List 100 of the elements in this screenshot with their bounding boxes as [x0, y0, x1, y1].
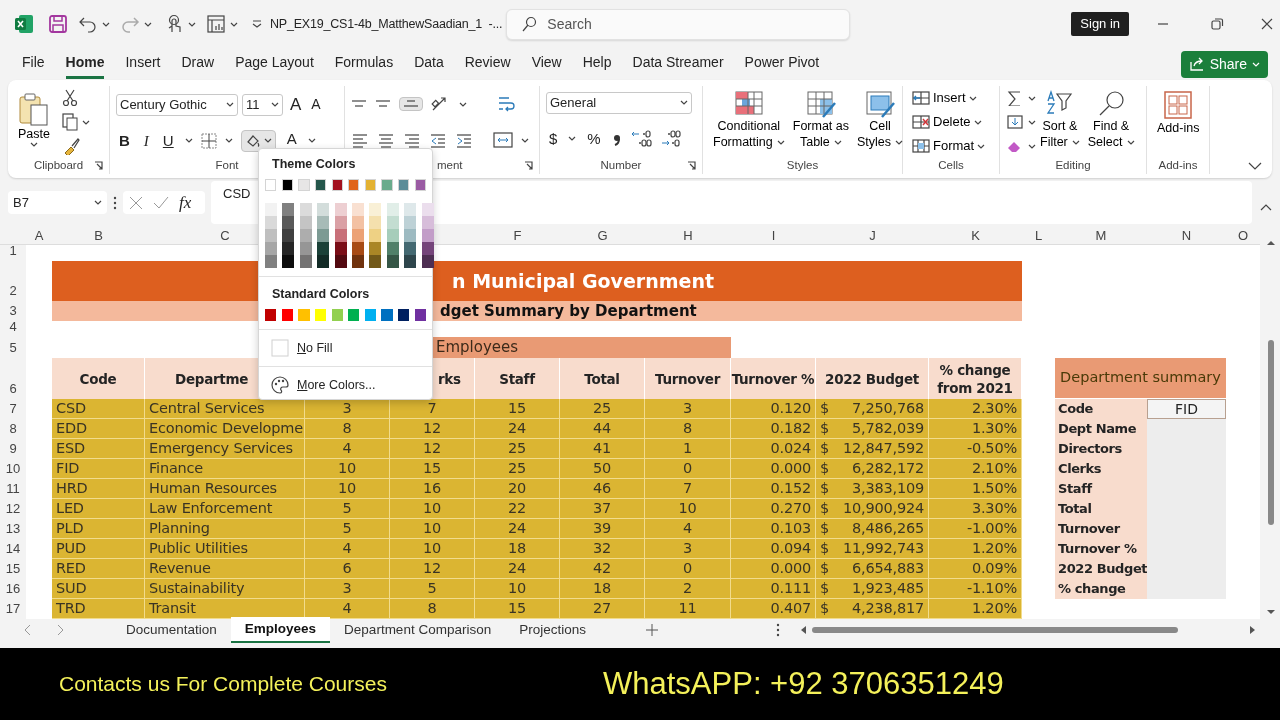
sheet-tab[interactable]: Projections [505, 617, 600, 643]
fill-color-button[interactable] [240, 129, 276, 152]
font-size-field[interactable]: 11 [242, 93, 283, 116]
underline-button[interactable]: U [159, 127, 177, 154]
menu-tab[interactable]: Help [582, 49, 612, 79]
dialog-launcher-icon[interactable] [687, 161, 696, 170]
shade-column[interactable] [404, 203, 417, 268]
fill-down-icon[interactable] [1006, 114, 1024, 130]
insert-function-button[interactable]: fx [179, 189, 192, 216]
increase-decimal-icon[interactable] [629, 129, 652, 148]
color-swatch[interactable] [265, 309, 277, 321]
paste-button[interactable]: Paste [14, 86, 54, 158]
ribbon-button[interactable]: Format [909, 134, 993, 158]
borders-icon[interactable] [200, 132, 217, 149]
currency-button[interactable]: $ [546, 125, 561, 153]
share-button[interactable]: Share [1180, 50, 1268, 78]
caret-icon[interactable] [1071, 139, 1080, 145]
scissors-icon[interactable] [62, 89, 78, 107]
increase-indent-icon[interactable] [455, 132, 473, 148]
ribbon-button[interactable]: Format as Table [788, 90, 853, 158]
caret-icon[interactable] [224, 138, 233, 144]
caret-icon[interactable] [568, 136, 577, 142]
form-icon[interactable] [206, 14, 226, 34]
spreadsheet-logo-icon[interactable] [14, 14, 34, 34]
restore-icon[interactable] [1209, 16, 1226, 32]
merge-cells-icon[interactable] [493, 131, 513, 149]
search-field[interactable]: Search [506, 8, 851, 40]
decrease-indent-icon[interactable] [429, 132, 447, 148]
ribbon-button[interactable]: Conditional Formatting [709, 90, 789, 158]
shade-column[interactable] [317, 203, 330, 268]
shade-column[interactable] [386, 203, 399, 268]
shade-column[interactable] [282, 203, 295, 268]
input-field[interactable]: FID [1147, 399, 1226, 419]
more-options-icon[interactable] [113, 195, 117, 210]
caret-icon[interactable] [968, 95, 977, 101]
caret-icon[interactable] [1028, 95, 1036, 101]
caret-icon[interactable] [30, 142, 38, 147]
menu-tab[interactable]: Draw [181, 49, 215, 79]
shade-column[interactable] [369, 203, 382, 268]
caret-icon[interactable] [521, 137, 529, 143]
caret-icon[interactable] [977, 143, 986, 149]
ribbon-button[interactable]: Delete [909, 110, 993, 134]
cancel-icon[interactable] [129, 195, 143, 210]
collapse-formula-bar-icon[interactable] [1260, 202, 1272, 211]
caret-icon[interactable] [188, 21, 196, 27]
menu-tab[interactable]: Data Streamer [632, 49, 724, 79]
decrease-decimal-icon[interactable] [659, 129, 682, 148]
caret-icon[interactable] [226, 102, 234, 108]
menu-tab[interactable]: Review [464, 49, 511, 79]
color-swatch[interactable] [331, 309, 343, 321]
save-icon[interactable] [48, 14, 68, 34]
caret-icon[interactable] [1028, 119, 1036, 125]
font-name-field[interactable]: Century Gothic [116, 93, 238, 116]
dialog-launcher-icon[interactable] [94, 161, 103, 170]
color-swatch[interactable] [364, 309, 377, 321]
caret-icon[interactable] [102, 21, 110, 27]
caret-icon[interactable] [82, 119, 90, 125]
add-sheet-icon[interactable] [646, 624, 658, 636]
customize-toolbar-icon[interactable] [252, 20, 262, 28]
caret-icon[interactable] [230, 21, 238, 27]
caret-icon[interactable] [144, 21, 152, 27]
next-sheet-icon[interactable] [56, 624, 64, 636]
menu-tab[interactable]: Insert [125, 49, 161, 79]
caret-icon[interactable] [1028, 143, 1036, 149]
color-swatch[interactable] [398, 309, 410, 321]
caret-icon[interactable] [895, 139, 904, 145]
menu-tab[interactable]: Page Layout [235, 49, 314, 79]
caret-icon[interactable] [776, 139, 785, 145]
ribbon-button[interactable]: Cell Styles [853, 90, 908, 158]
sign-in-button[interactable]: Sign in [1071, 12, 1130, 36]
wrap-text-icon[interactable] [497, 95, 517, 113]
sheet-tab[interactable]: Employees [230, 616, 331, 644]
align-left-icon[interactable] [351, 132, 369, 148]
add-ins-button[interactable]: Add-ins [1153, 86, 1204, 158]
caret-icon[interactable] [307, 138, 316, 144]
enter-icon[interactable] [153, 195, 169, 210]
share-icon[interactable] [1188, 57, 1205, 71]
more-options-icon[interactable] [776, 623, 780, 637]
caret-icon[interactable] [263, 138, 272, 144]
name-box[interactable]: B7 [8, 191, 107, 214]
shade-column[interactable] [421, 203, 434, 268]
percent-button[interactable]: % [584, 125, 604, 153]
align-top-icon[interactable] [351, 100, 367, 108]
grow-font-button[interactable]: A [287, 90, 305, 120]
caret-icon[interactable] [94, 200, 102, 205]
menu-tab[interactable]: Power Pivot [744, 49, 820, 79]
menu-tab[interactable]: Data [414, 49, 444, 79]
number-format-field[interactable]: General [546, 91, 692, 114]
caret-icon[interactable] [271, 102, 279, 108]
align-right-icon[interactable] [403, 132, 421, 148]
caret-icon[interactable] [459, 101, 467, 107]
color-swatch[interactable] [414, 309, 426, 321]
italic-button[interactable]: I [140, 127, 152, 154]
menu-tab[interactable]: View [531, 49, 562, 79]
paintbrush-icon[interactable] [62, 137, 80, 155]
menu-tab[interactable]: File [22, 49, 45, 79]
dialog-launcher-icon[interactable] [524, 161, 533, 170]
ribbon-button[interactable]: Find & Select [1083, 86, 1139, 158]
ribbon-button[interactable]: Insert [909, 86, 993, 110]
sheet-tab[interactable]: Department Comparison [330, 617, 506, 643]
